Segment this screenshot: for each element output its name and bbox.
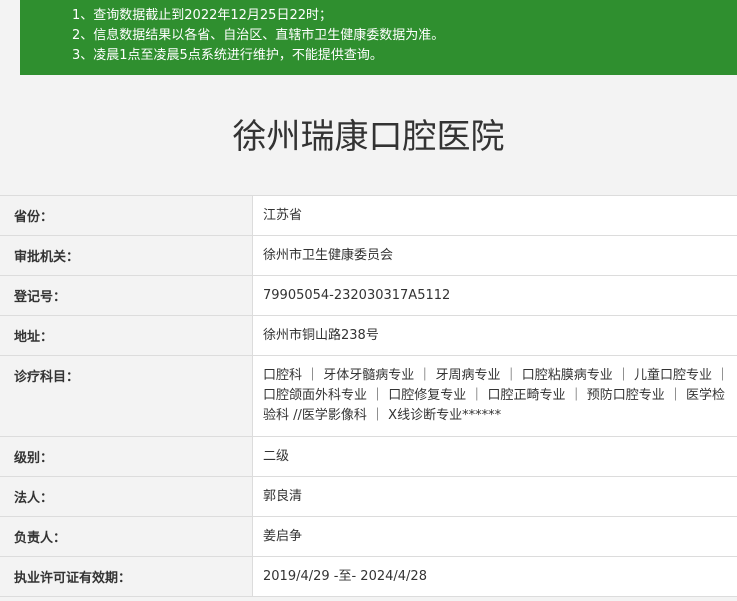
row-label: 负责人： bbox=[0, 517, 253, 556]
row-label: 审批机关： bbox=[0, 236, 253, 275]
notice-banner: 1、查询数据截止到2022年12月25日22时； 2、信息数据结果以各省、自治区… bbox=[20, 0, 737, 75]
row-label: 诊疗科目： bbox=[0, 356, 253, 436]
row-value: 郭良清 bbox=[253, 477, 737, 516]
row-label: 级别： bbox=[0, 437, 253, 476]
row-province: 省份： 江苏省 bbox=[0, 196, 737, 236]
row-label: 地址： bbox=[0, 316, 253, 355]
row-level: 级别： 二级 bbox=[0, 437, 737, 477]
row-legal-person: 法人： 郭良清 bbox=[0, 477, 737, 517]
row-value: 2019/4/29 -至- 2024/4/28 bbox=[253, 557, 737, 596]
notice-line-1: 1、查询数据截止到2022年12月25日22时； bbox=[72, 8, 332, 23]
row-label: 执业许可证有效期： bbox=[0, 557, 253, 596]
row-value: 徐州市卫生健康委员会 bbox=[253, 236, 737, 275]
row-address: 地址： 徐州市铜山路238号 bbox=[0, 316, 737, 356]
page-title: 徐州瑞康口腔医院 bbox=[232, 117, 505, 157]
info-table: 省份： 江苏省 审批机关： 徐州市卫生健康委员会 登记号： 79905054-2… bbox=[0, 195, 737, 597]
title-section: 徐州瑞康口腔医院 bbox=[0, 75, 737, 179]
row-value: 姜启争 bbox=[253, 517, 737, 556]
row-value: 徐州市铜山路238号 bbox=[253, 316, 737, 355]
row-license-validity: 执业许可证有效期： 2019/4/29 -至- 2024/4/28 bbox=[0, 557, 737, 597]
row-label: 法人： bbox=[0, 477, 253, 516]
notice-line-3: 3、凌晨1点至凌晨5点系统进行维护，不能提供查询。 bbox=[72, 48, 383, 63]
row-label: 省份： bbox=[0, 196, 253, 235]
notice-line-2: 2、信息数据结果以各省、自治区、直辖市卫生健康委数据为准。 bbox=[72, 28, 445, 43]
row-person-in-charge: 负责人： 姜启争 bbox=[0, 517, 737, 557]
row-label: 登记号： bbox=[0, 276, 253, 315]
row-registration-number: 登记号： 79905054-232030317A5112 bbox=[0, 276, 737, 316]
row-departments: 诊疗科目： 口腔科 ｜ 牙体牙髓病专业 ｜ 牙周病专业 ｜ 口腔粘膜病专业 ｜ … bbox=[0, 356, 737, 437]
row-value: 口腔科 ｜ 牙体牙髓病专业 ｜ 牙周病专业 ｜ 口腔粘膜病专业 ｜ 儿童口腔专业… bbox=[253, 356, 737, 436]
row-value: 江苏省 bbox=[253, 196, 737, 235]
row-approval-authority: 审批机关： 徐州市卫生健康委员会 bbox=[0, 236, 737, 276]
row-value: 79905054-232030317A5112 bbox=[253, 276, 737, 315]
row-value: 二级 bbox=[253, 437, 737, 476]
